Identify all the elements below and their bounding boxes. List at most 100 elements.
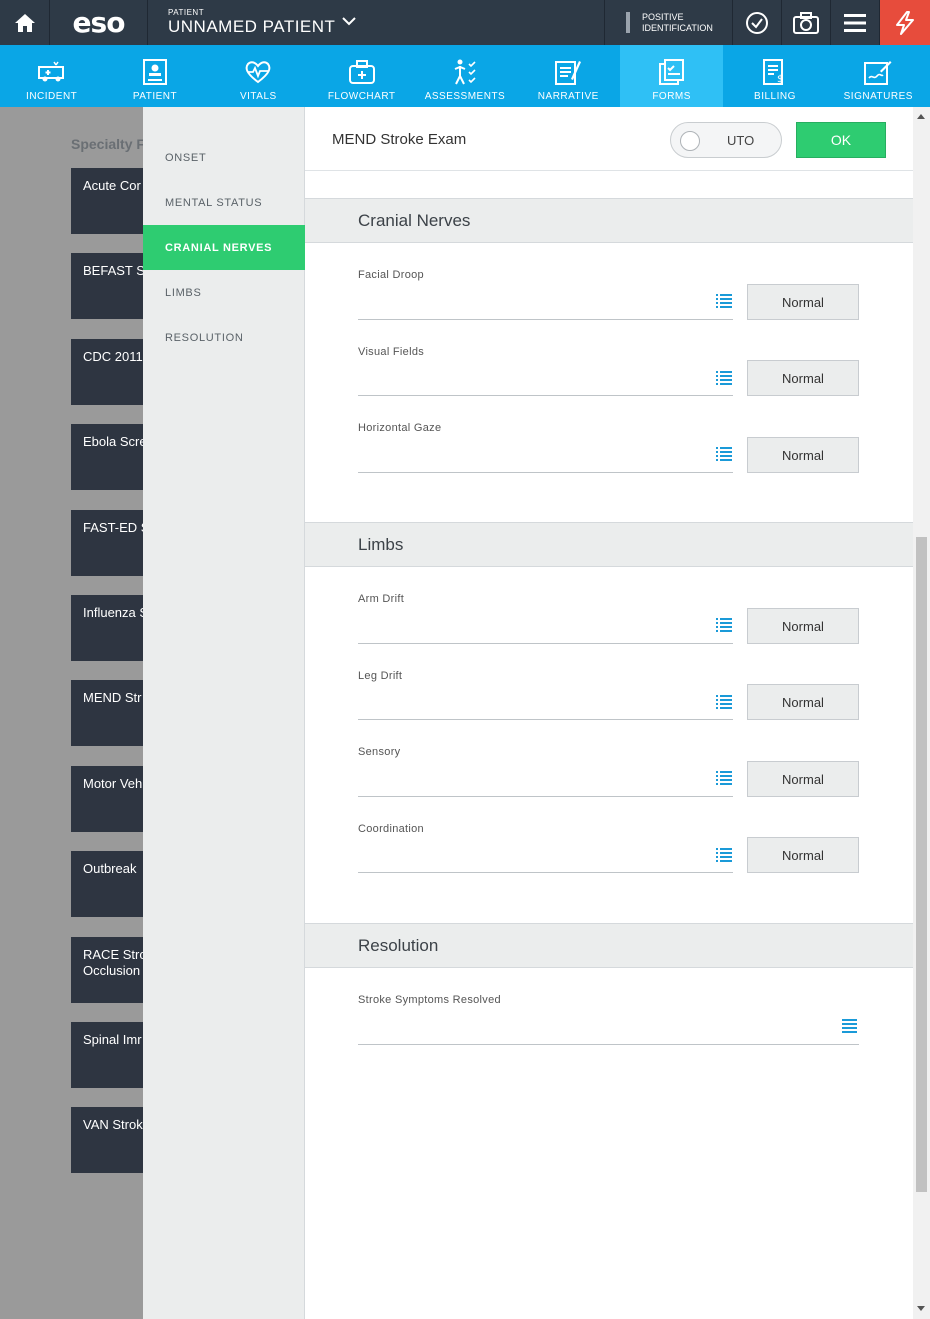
stroke-symptoms-resolved-field[interactable] — [358, 1044, 859, 1045]
sidebar-item-limbs[interactable]: LIMBS — [143, 270, 305, 315]
svg-text:$: $ — [777, 74, 784, 85]
facial-droop-field[interactable] — [358, 319, 733, 320]
section-title: Limbs — [358, 535, 404, 554]
patient-name: UNNAMED PATIENT — [168, 17, 336, 36]
sidebar-item-resolution[interactable]: RESOLUTION — [143, 315, 305, 360]
ambulance-icon — [37, 61, 64, 82]
section-header-resolution: Resolution — [305, 923, 913, 968]
list-icon[interactable] — [716, 447, 732, 461]
patient-label: PATIENT — [168, 8, 205, 17]
heartbeat-icon — [245, 61, 271, 84]
nav-assessments-label: ASSESSMENTS — [424, 91, 506, 102]
list-icon[interactable] — [716, 848, 732, 862]
toggle-knob — [680, 131, 700, 151]
nav-flowchart[interactable]: FLOWCHART — [310, 45, 413, 107]
horizontal-gaze-normal-button[interactable]: Normal — [747, 437, 859, 473]
list-icon[interactable] — [716, 294, 732, 308]
section-header-cranial-nerves: Cranial Nerves — [305, 198, 913, 243]
camera-button[interactable] — [782, 0, 831, 45]
specialty-form-card[interactable]: Influenza S — [71, 595, 151, 661]
specialty-form-card[interactable]: MEND Str — [71, 680, 151, 746]
nav-signatures-label: SIGNATURES — [843, 91, 913, 102]
specialty-form-card[interactable]: BEFAST St — [71, 253, 151, 319]
specialty-form-card[interactable]: Motor Veh — [71, 766, 151, 832]
list-icon[interactable] — [716, 771, 732, 785]
field-label-coordination: Coordination — [358, 823, 424, 835]
coordination-normal-button[interactable]: Normal — [747, 837, 859, 873]
alert-button[interactable] — [880, 0, 930, 45]
status-indicator — [626, 12, 630, 33]
field-label-horizontal-gaze: Horizontal Gaze — [358, 422, 442, 434]
home-button[interactable] — [0, 0, 50, 45]
nav-forms[interactable]: FORMS — [619, 45, 724, 107]
body-checklist-icon — [454, 59, 476, 85]
specialty-form-card[interactable]: FAST-ED S — [71, 510, 151, 576]
field-label-arm-drift: Arm Drift — [358, 593, 405, 605]
visual-fields-normal-button[interactable]: Normal — [747, 360, 859, 396]
eso-logo: eso — [50, 0, 148, 45]
nav-incident[interactable]: INCIDENT — [0, 45, 103, 107]
coordination-field[interactable] — [358, 872, 733, 873]
check-circle-icon — [746, 11, 768, 34]
specialty-form-card[interactable]: Outbreak — [71, 851, 151, 917]
camera-icon — [793, 11, 819, 34]
menu-button[interactable] — [831, 0, 880, 45]
signature-icon — [864, 61, 892, 85]
nav-narrative[interactable]: NARRATIVE — [517, 45, 620, 107]
leg-drift-normal-button[interactable]: Normal — [747, 684, 859, 720]
visual-fields-field[interactable] — [358, 395, 733, 396]
list-icon[interactable] — [842, 1019, 857, 1033]
arm-drift-field[interactable] — [358, 643, 733, 644]
nav-patient-label: PATIENT — [132, 91, 178, 102]
horizontal-gaze-field[interactable] — [358, 472, 733, 473]
lightning-icon — [896, 10, 914, 35]
specialty-form-card[interactable]: VAN Strok — [71, 1107, 151, 1173]
scroll-up-arrow[interactable] — [917, 114, 925, 119]
scroll-down-arrow[interactable] — [917, 1306, 925, 1311]
list-icon[interactable] — [716, 618, 732, 632]
uto-toggle[interactable]: UTO — [670, 122, 782, 158]
arm-drift-normal-button[interactable]: Normal — [747, 608, 859, 644]
list-icon[interactable] — [716, 371, 732, 385]
positive-identification-button[interactable]: POSITIVE IDENTIFICATION — [605, 0, 733, 45]
nav-patient[interactable]: PATIENT — [103, 45, 206, 107]
nav-vitals-label: VITALS — [239, 91, 277, 102]
sidebar-item-mental-status[interactable]: MENTAL STATUS — [143, 180, 305, 225]
specialty-form-card[interactable]: RACE Stro Occlusion — [71, 937, 151, 1003]
sidebar-item-onset[interactable]: ONSET — [143, 135, 305, 180]
nav-vitals[interactable]: VITALS — [207, 45, 310, 107]
specialty-form-card[interactable]: CDC 2011 — [71, 339, 151, 405]
specialty-forms-heading: Specialty F — [71, 136, 145, 152]
validate-button[interactable] — [733, 0, 782, 45]
facial-droop-normal-button[interactable]: Normal — [747, 284, 859, 320]
patient-selector[interactable]: PATIENT UNNAMED PATIENT — [148, 0, 605, 45]
specialty-form-card[interactable]: Spinal Imr — [71, 1022, 151, 1088]
section-title: Resolution — [358, 936, 439, 955]
nav-assessments[interactable]: ASSESSMENTS — [413, 45, 516, 107]
scrollbar[interactable] — [913, 107, 930, 1319]
section-header-limbs: Limbs — [305, 522, 913, 567]
nav-billing[interactable]: $ BILLING — [723, 45, 826, 107]
forms-icon — [658, 59, 684, 85]
leg-drift-field[interactable] — [358, 719, 733, 720]
scroll-thumb[interactable] — [916, 537, 927, 1192]
main-nav: INCIDENT PATIENT VITALS FLOWCHART ASSESS… — [0, 45, 930, 107]
specialty-form-card[interactable]: Acute Cor — [71, 168, 151, 234]
nav-incident-label: INCIDENT — [26, 91, 78, 102]
hamburger-icon — [844, 13, 866, 32]
form-title: MEND Stroke Exam — [332, 131, 467, 148]
specialty-form-card[interactable]: Ebola Scre — [71, 424, 151, 490]
uto-label: UTO — [727, 133, 755, 148]
form-panel: MEND Stroke Exam UTO OK Cranial Nerves F… — [305, 107, 930, 1319]
field-label-leg-drift: Leg Drift — [358, 670, 403, 682]
home-icon — [14, 13, 35, 32]
sensory-normal-button[interactable]: Normal — [747, 761, 859, 797]
nav-signatures[interactable]: SIGNATURES — [827, 45, 930, 107]
section-sidebar: ONSET MENTAL STATUS CRANIAL NERVES LIMBS… — [143, 107, 305, 1319]
positive-identification-label: POSITIVE IDENTIFICATION — [642, 12, 713, 33]
ok-button[interactable]: OK — [796, 122, 886, 158]
list-icon[interactable] — [716, 695, 732, 709]
medkit-icon — [348, 60, 375, 84]
sensory-field[interactable] — [358, 796, 733, 797]
sidebar-item-cranial-nerves[interactable]: CRANIAL NERVES — [143, 225, 305, 270]
